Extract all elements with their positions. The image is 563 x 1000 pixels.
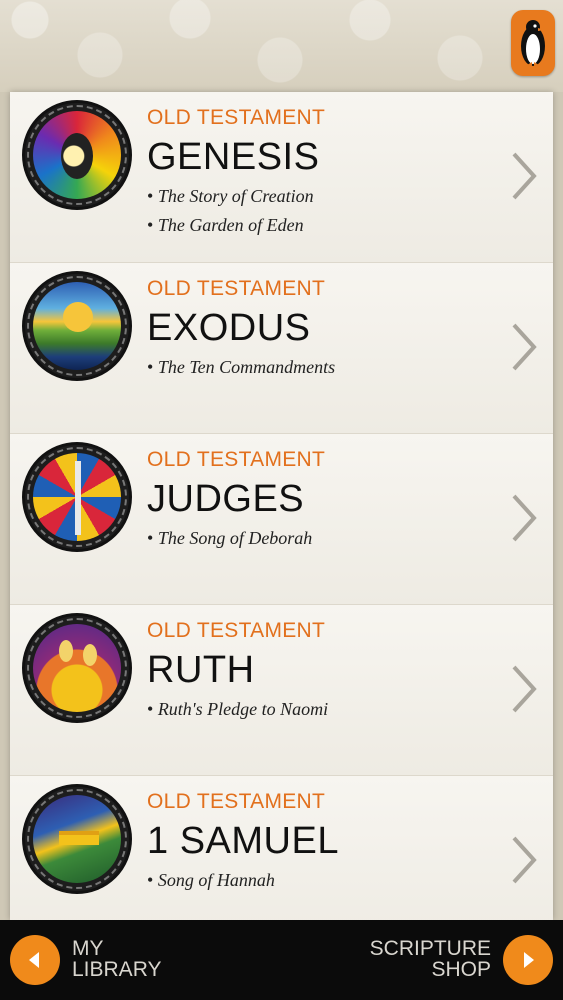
- header-banner: [0, 0, 563, 92]
- chevron-right-icon[interactable]: [509, 321, 539, 373]
- category-label: OLD TESTAMENT: [147, 790, 326, 813]
- ruth-medallion-icon: [22, 613, 132, 723]
- my-library-button[interactable]: [10, 935, 60, 985]
- book-list: OLD TESTAMENT GENESIS The Story of Creat…: [10, 92, 553, 920]
- list-item-genesis[interactable]: OLD TESTAMENT GENESIS The Story of Creat…: [10, 92, 553, 263]
- story-item: The Story of Creation: [147, 182, 314, 211]
- list-item-ruth[interactable]: OLD TESTAMENT RUTH Ruth's Pledge to Naom…: [10, 605, 553, 776]
- story-list: Ruth's Pledge to Naomi: [147, 695, 328, 724]
- list-item-1-samuel[interactable]: OLD TESTAMENT 1 SAMUEL Song of Hannah: [10, 776, 553, 920]
- scripture-shop-line2: SHOP: [431, 958, 491, 981]
- story-list: The Ten Commandments: [147, 353, 335, 382]
- list-item-judges[interactable]: OLD TESTAMENT JUDGES The Song of Deborah: [10, 434, 553, 605]
- story-item: The Song of Deborah: [147, 524, 313, 553]
- story-item: The Garden of Eden: [147, 211, 314, 240]
- book-title: RUTH: [147, 649, 255, 691]
- story-item: The Ten Commandments: [147, 353, 335, 382]
- category-label: OLD TESTAMENT: [147, 277, 326, 300]
- samuel-medallion-icon: [22, 784, 132, 894]
- category-label: OLD TESTAMENT: [147, 448, 326, 471]
- scripture-shop-label[interactable]: SCRIPTURE SHOP: [370, 938, 491, 980]
- my-library-line2: LIBRARY: [72, 958, 162, 981]
- exodus-medallion-icon: [22, 271, 132, 381]
- scripture-shop-line1: SCRIPTURE: [369, 937, 491, 960]
- genesis-medallion-icon: [22, 100, 132, 210]
- my-library-label[interactable]: MY LIBRARY: [72, 938, 162, 980]
- story-item: Song of Hannah: [147, 866, 275, 895]
- arrow-right-icon: [524, 952, 534, 968]
- judges-medallion-icon: [22, 442, 132, 552]
- chevron-right-icon[interactable]: [509, 150, 539, 202]
- category-label: OLD TESTAMENT: [147, 106, 326, 129]
- chevron-right-icon[interactable]: [509, 834, 539, 886]
- book-title: EXODUS: [147, 307, 311, 349]
- scripture-shop-button[interactable]: [503, 935, 553, 985]
- story-list: The Song of Deborah: [147, 524, 313, 553]
- book-title: GENESIS: [147, 136, 320, 178]
- arrow-left-icon: [29, 952, 39, 968]
- story-list: Song of Hannah: [147, 866, 275, 895]
- chevron-right-icon[interactable]: [509, 492, 539, 544]
- list-item-exodus[interactable]: OLD TESTAMENT EXODUS The Ten Commandment…: [10, 263, 553, 434]
- my-library-line1: MY: [72, 937, 104, 960]
- book-title: 1 SAMUEL: [147, 820, 339, 862]
- penguin-logo-icon[interactable]: [511, 10, 555, 76]
- bottom-nav-bar: MY LIBRARY SCRIPTURE SHOP: [0, 920, 563, 1000]
- story-item: Ruth's Pledge to Naomi: [147, 695, 328, 724]
- chevron-right-icon[interactable]: [509, 663, 539, 715]
- category-label: OLD TESTAMENT: [147, 619, 326, 642]
- book-title: JUDGES: [147, 478, 305, 520]
- story-list: The Story of Creation The Garden of Eden: [147, 182, 314, 240]
